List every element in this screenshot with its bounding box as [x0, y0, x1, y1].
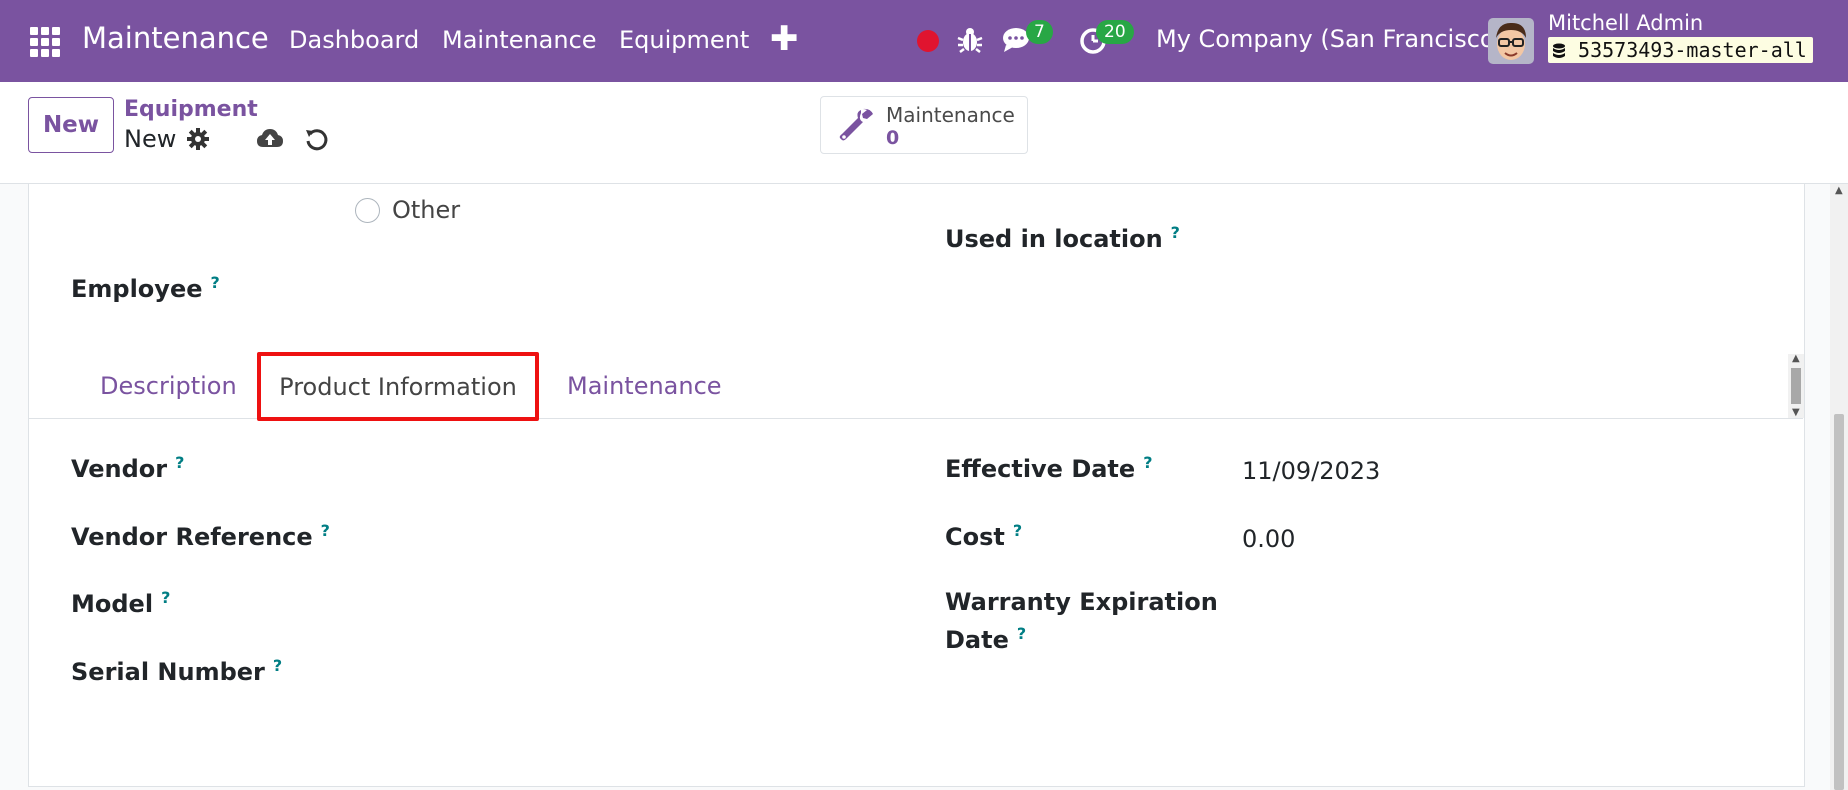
- effective-date-field[interactable]: 11/09/2023: [1242, 457, 1380, 485]
- cost-text: Cost: [945, 523, 1005, 551]
- breadcrumb-current: New: [124, 125, 177, 153]
- warranty-expiration-label-line2: Date?: [945, 624, 1026, 654]
- company-switcher[interactable]: My Company (San Francisco): [1156, 25, 1504, 53]
- maintenance-smart-button[interactable]: Maintenance 0: [820, 96, 1028, 154]
- avatar[interactable]: [1488, 18, 1534, 64]
- tabs-scrollbar[interactable]: ▲ ▼: [1788, 354, 1804, 418]
- used-in-location-text: Used in location: [945, 225, 1163, 253]
- radio-other[interactable]: [355, 198, 380, 223]
- scroll-thumb[interactable]: [1791, 368, 1801, 404]
- database-name: 53573493-master-all: [1578, 38, 1807, 62]
- form-sheet: [28, 184, 1805, 787]
- help-tooltip[interactable]: ?: [1171, 223, 1180, 242]
- vendor-reference-text: Vendor Reference: [71, 523, 313, 551]
- wrench-icon: [839, 107, 875, 147]
- employee-text: Employee: [71, 275, 203, 303]
- page-scrollbar[interactable]: ▲: [1830, 184, 1848, 790]
- app-brand[interactable]: Maintenance: [82, 21, 269, 55]
- help-tooltip[interactable]: ?: [175, 453, 184, 472]
- model-text: Model: [71, 590, 154, 618]
- new-button[interactable]: New: [28, 97, 114, 153]
- activities-count-badge: 20: [1096, 20, 1134, 44]
- help-tooltip[interactable]: ?: [321, 521, 330, 540]
- messages-count-badge: 7: [1026, 20, 1053, 44]
- serial-number-label: Serial Number?: [71, 656, 282, 686]
- control-panel: New Equipment New Maintenance 0: [0, 82, 1848, 184]
- radio-other-label[interactable]: Other: [392, 196, 460, 224]
- effective-date-text: Effective Date: [945, 455, 1136, 483]
- apps-grid-icon[interactable]: [30, 27, 60, 57]
- serial-number-text: Serial Number: [71, 658, 265, 686]
- warranty-date-text: Date: [945, 626, 1009, 654]
- help-tooltip[interactable]: ?: [211, 273, 220, 292]
- smart-button-count: 0: [886, 127, 900, 149]
- breadcrumb-equipment[interactable]: Equipment: [124, 97, 258, 122]
- tab-maintenance[interactable]: Maintenance: [567, 372, 722, 400]
- gear-icon[interactable]: [186, 127, 210, 155]
- vendor-reference-label: Vendor Reference?: [71, 521, 330, 551]
- plus-icon[interactable]: ✚: [770, 19, 799, 59]
- warranty-expiration-label: Warranty Expiration: [945, 588, 1218, 616]
- user-name[interactable]: Mitchell Admin: [1548, 11, 1703, 35]
- cloud-upload-icon[interactable]: [256, 127, 284, 155]
- page-scroll-up-icon[interactable]: ▲: [1835, 186, 1843, 196]
- help-tooltip[interactable]: ?: [273, 656, 282, 675]
- database-chip: 53573493-master-all: [1548, 37, 1813, 63]
- top-navbar: Maintenance Dashboard Maintenance Equipm…: [0, 0, 1848, 82]
- smart-button-label: Maintenance: [886, 103, 1015, 127]
- scroll-down-arrow-icon[interactable]: ▼: [1792, 408, 1800, 418]
- page-scroll-thumb[interactable]: [1834, 414, 1844, 790]
- database-icon: [1553, 43, 1565, 58]
- help-tooltip[interactable]: ?: [161, 588, 170, 607]
- used-in-location-label: Used in location?: [945, 223, 1180, 253]
- menu-dashboard[interactable]: Dashboard: [289, 26, 419, 54]
- model-label: Model?: [71, 588, 170, 618]
- help-tooltip[interactable]: ?: [1017, 624, 1026, 643]
- vendor-text: Vendor: [71, 455, 168, 483]
- help-tooltip[interactable]: ?: [1143, 453, 1152, 472]
- bug-icon[interactable]: [957, 24, 983, 58]
- cost-label: Cost?: [945, 521, 1022, 551]
- tab-product-information[interactable]: Product Information: [259, 354, 537, 420]
- undo-icon[interactable]: [304, 126, 330, 156]
- record-dot-icon[interactable]: [917, 30, 939, 52]
- help-tooltip[interactable]: ?: [1013, 521, 1022, 540]
- menu-equipment[interactable]: Equipment: [619, 26, 749, 54]
- employee-label: Employee?: [71, 273, 220, 303]
- cost-field[interactable]: 0.00: [1242, 525, 1295, 553]
- scroll-up-arrow-icon[interactable]: ▲: [1792, 354, 1800, 364]
- menu-maintenance[interactable]: Maintenance: [442, 26, 597, 54]
- tab-description[interactable]: Description: [100, 372, 237, 400]
- effective-date-label: Effective Date?: [945, 453, 1152, 483]
- vendor-label: Vendor?: [71, 453, 184, 483]
